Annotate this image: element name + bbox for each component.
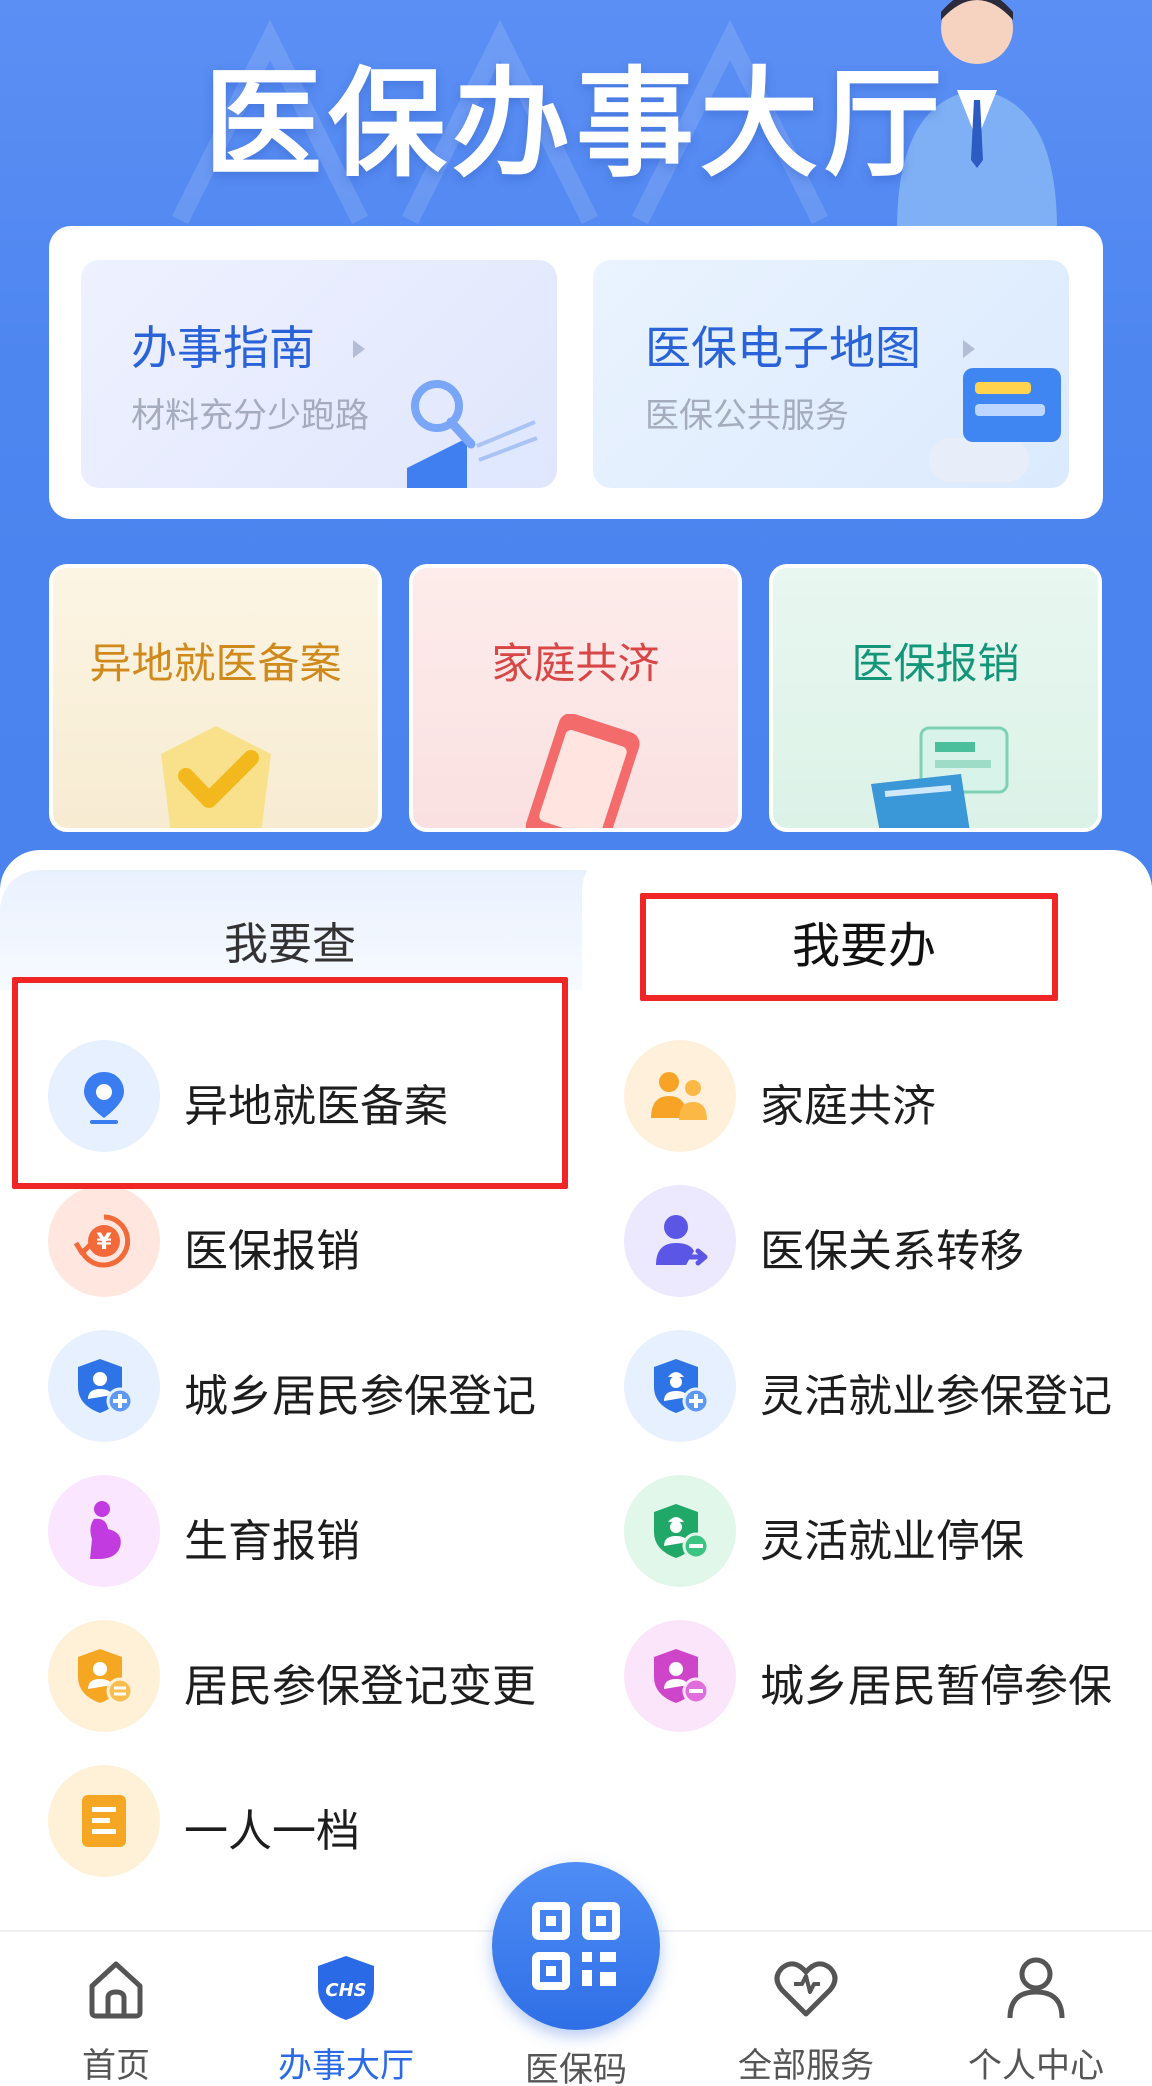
service-flexible-employment-suspend[interactable]: 灵活就业停保	[624, 1475, 1152, 1595]
service-label: 生育报销	[184, 1516, 360, 1567]
service-flexible-employment-registration[interactable]: 灵活就业参保登记	[624, 1330, 1152, 1450]
nav-home[interactable]: 首页	[26, 1952, 206, 2086]
nav-label: 办事大厅	[278, 2046, 414, 2086]
featured-services-card: 办事指南 材料充分少跑路 医保电子地图 医保公共服务	[49, 226, 1103, 519]
service-resident-registration[interactable]: 城乡居民参保登记	[48, 1330, 588, 1450]
service-label: 灵活就业停保	[760, 1516, 1024, 1567]
service-maternity-reimbursement[interactable]: 生育报销	[48, 1475, 588, 1595]
quick-tile-remote-medical-filing[interactable]: 异地就医备案	[49, 564, 382, 832]
phone-document-icon	[525, 714, 640, 828]
pregnant-icon	[48, 1475, 160, 1587]
yuan-refund-icon: ¥	[48, 1185, 160, 1297]
tab-query[interactable]: 我要查	[180, 908, 400, 972]
chs-shield-icon: CHS	[318, 1956, 374, 2020]
heart-icon	[774, 1961, 838, 2017]
service-guide-title: 办事指南	[131, 321, 315, 375]
family-icon	[624, 1040, 736, 1152]
nav-profile[interactable]: 个人中心	[946, 1952, 1126, 2086]
id-card-icon	[929, 368, 1061, 482]
shield-worker-minus-icon	[624, 1475, 736, 1587]
service-label: 居民参保登记变更	[184, 1661, 536, 1712]
svg-text:¥: ¥	[96, 1230, 112, 1255]
quick-tile-label: 家庭共济	[491, 639, 660, 688]
shield-user-edit-icon	[48, 1620, 160, 1732]
medical-code-button[interactable]	[492, 1862, 660, 2030]
page-title: 医保办事大厅	[203, 55, 948, 193]
service-family-sharing[interactable]: 家庭共济	[624, 1040, 1152, 1160]
service-label: 家庭共济	[760, 1081, 936, 1132]
service-personal-record[interactable]: 一人一档	[48, 1765, 588, 1885]
service-label: 医保报销	[184, 1226, 360, 1277]
shield-worker-add-icon	[624, 1330, 736, 1442]
service-guide-subtitle: 材料充分少跑路	[131, 396, 369, 436]
nav-label: 全部服务	[738, 2046, 874, 2086]
map-card-subtitle: 医保公共服务	[645, 396, 849, 436]
service-label: 城乡居民暂停参保	[760, 1661, 1112, 1712]
service-resident-suspend[interactable]: 城乡居民暂停参保	[624, 1620, 1152, 1740]
highlight-box-remote-medical-filing	[12, 977, 568, 1189]
service-guide-card[interactable]: 办事指南 材料充分少跑路	[81, 260, 557, 488]
service-insurance-transfer[interactable]: 医保关系转移	[624, 1185, 1152, 1305]
highlight-box-tab-handle	[640, 893, 1058, 1001]
check-badge-icon	[160, 726, 271, 828]
quick-tile-family-sharing[interactable]: 家庭共济	[409, 564, 742, 832]
shield-user-add-icon	[48, 1330, 160, 1442]
nav-all-services[interactable]: 全部服务	[716, 1952, 896, 2086]
shield-user-minus-icon	[624, 1620, 736, 1732]
quick-tile-label: 异地就医备案	[89, 639, 342, 688]
service-reimbursement[interactable]: ¥ 医保报销	[48, 1185, 588, 1305]
chevron-right-icon	[353, 340, 365, 358]
nav-label: 个人中心	[968, 2046, 1104, 2086]
qr-code-icon	[532, 1902, 620, 1990]
service-resident-registration-change[interactable]: 居民参保登记变更	[48, 1620, 588, 1740]
file-record-icon	[48, 1765, 160, 1877]
nav-label: 首页	[82, 2046, 150, 2086]
user-transfer-icon	[624, 1185, 736, 1297]
map-card-title: 医保电子地图	[645, 321, 921, 375]
user-icon	[1007, 1957, 1065, 2019]
service-label: 城乡居民参保登记	[184, 1371, 536, 1422]
service-label: 一人一档	[184, 1806, 360, 1857]
svg-text:CHS: CHS	[325, 1980, 366, 2001]
quick-tile-label: 医保报销	[851, 639, 1020, 688]
medical-insurance-map-card[interactable]: 医保电子地图 医保公共服务	[593, 260, 1069, 488]
open-book-icon	[407, 380, 547, 488]
nav-service-hall[interactable]: CHS 办事大厅	[256, 1952, 436, 2086]
service-label: 医保关系转移	[760, 1226, 1024, 1277]
chevron-right-icon	[963, 340, 975, 358]
service-label: 灵活就业参保登记	[760, 1371, 1112, 1422]
home-icon	[89, 1961, 143, 2019]
receipt-card-icon	[870, 726, 1008, 828]
medical-code-label: 医保码	[525, 2050, 627, 2086]
quick-tile-reimbursement[interactable]: 医保报销	[769, 564, 1102, 832]
